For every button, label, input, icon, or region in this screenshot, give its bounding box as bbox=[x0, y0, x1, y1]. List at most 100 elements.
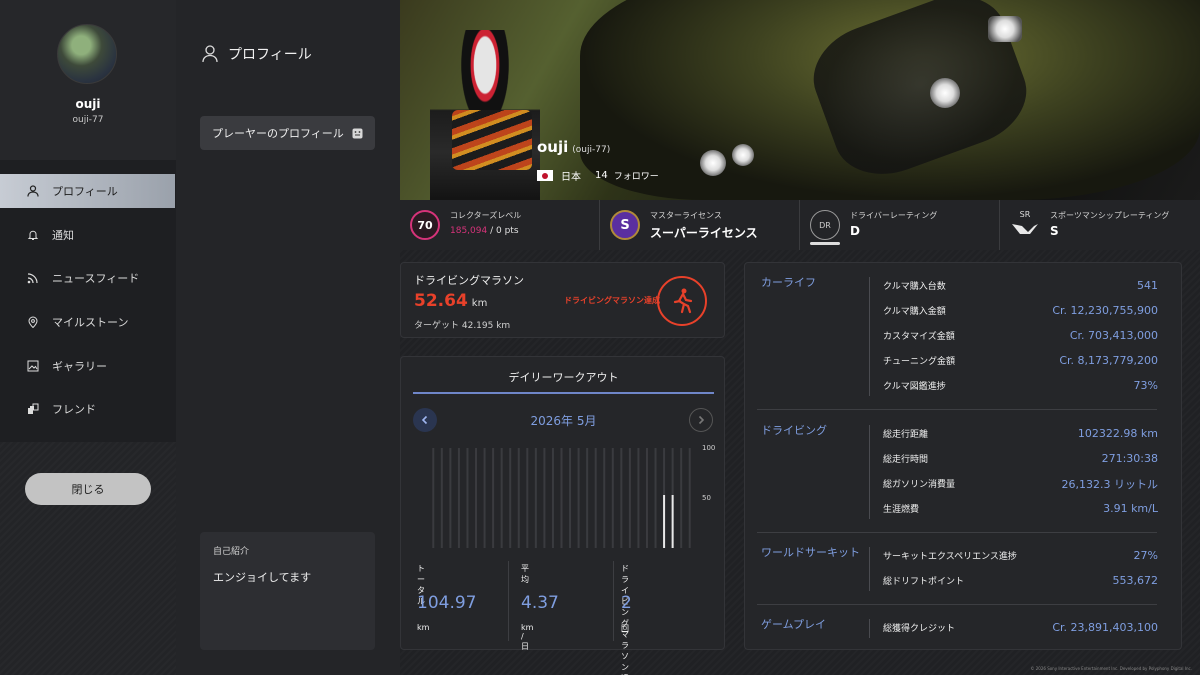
user-name: ouji bbox=[75, 97, 101, 111]
y-tick-label: 50 bbox=[702, 494, 711, 502]
nav-item-profile[interactable]: プロフィール bbox=[0, 174, 175, 208]
face-card-icon bbox=[352, 128, 363, 138]
collector-points-value: 185,094 bbox=[450, 226, 488, 236]
gallery-icon bbox=[26, 359, 40, 373]
banner-name: ouji (ouji-77) bbox=[537, 138, 610, 156]
license-label: マスターライセンス bbox=[650, 211, 722, 220]
stats-section-title: カーライフ bbox=[761, 276, 816, 289]
bar-track bbox=[620, 448, 623, 548]
driver-suit bbox=[452, 110, 532, 170]
license-badge: S bbox=[610, 210, 640, 240]
collector-points: 185,094 / 0 pts bbox=[450, 226, 519, 236]
bar-track bbox=[637, 448, 640, 548]
bar-track bbox=[569, 448, 572, 548]
bar-track bbox=[611, 448, 614, 548]
driver-rating-label: ドライバーレーティング bbox=[850, 211, 938, 220]
stats-row: クルマ購入金額 Cr. 12,230,755,900 bbox=[883, 298, 1158, 323]
nav-item-notifications[interactable]: 通知 bbox=[0, 218, 176, 252]
nav-item-label: フレンド bbox=[52, 403, 96, 416]
nav-item-milestones[interactable]: マイルストーン bbox=[0, 305, 176, 339]
user-icon bbox=[202, 45, 218, 63]
summary-label: 平均 bbox=[521, 564, 529, 584]
stats-row-label: サーキットエクスペリエンス進捗 bbox=[883, 552, 1017, 562]
stats-row-label: クルマ図鑑進捗 bbox=[883, 382, 946, 392]
bar-track bbox=[577, 448, 580, 548]
driver-rating-badge: DR bbox=[810, 210, 840, 240]
stats-row-label: クルマ購入台数 bbox=[883, 282, 946, 292]
car-headlight bbox=[930, 78, 960, 108]
stats-row-label: チューニング金額 bbox=[883, 357, 956, 367]
stats-section-title: ドライビング bbox=[761, 424, 827, 437]
user-icon bbox=[26, 184, 40, 198]
stats-row: クルマ購入台数 541 bbox=[883, 273, 1158, 298]
chevron-right-icon bbox=[698, 415, 705, 425]
sportsmanship-label: スポーツマンシップレーティング bbox=[1050, 211, 1170, 220]
nav-item-label: マイルストーン bbox=[52, 316, 129, 329]
bar-track bbox=[526, 448, 529, 548]
status-bar: 70 コレクターズレベル 185,094 / 0 pts S マスターライセンス… bbox=[400, 200, 1200, 250]
bio-title: 自己紹介 bbox=[213, 547, 250, 557]
bio-text: エンジョイしてます bbox=[213, 571, 312, 584]
collector-points-rest: 0 pts bbox=[495, 226, 519, 236]
bar-track bbox=[645, 448, 648, 548]
bar-track bbox=[483, 448, 486, 548]
stats-separator bbox=[757, 532, 1157, 533]
collector-level[interactable]: 70 コレクターズレベル 185,094 / 0 pts bbox=[400, 200, 600, 250]
driving-marathon-card[interactable]: ドライビングマラソン 52.64 km ターゲット 42.195 km ドライビン… bbox=[400, 262, 725, 338]
stats-section-divider bbox=[869, 619, 870, 638]
summary-divider bbox=[613, 561, 614, 641]
follower-label[interactable]: フォロワー bbox=[614, 169, 659, 182]
stats-row: 生涯燃費 3.91 km/L bbox=[883, 496, 1158, 521]
stats-row-value: 102322.98 km bbox=[1077, 427, 1158, 440]
country-name: 日本 bbox=[561, 172, 581, 183]
stats-section-divider bbox=[869, 425, 870, 519]
nav-item-gallery[interactable]: ギャラリー bbox=[0, 349, 176, 383]
sportsmanship-rating[interactable]: SR スポーツマンシップレーティング S bbox=[1000, 200, 1200, 250]
stats-row: 総ドリフトポイント 553,672 bbox=[883, 568, 1158, 593]
follower-count[interactable]: 14 bbox=[595, 170, 608, 181]
nav-item-newsfeed[interactable]: ニュースフィード bbox=[0, 261, 176, 295]
nav-item-label: ギャラリー bbox=[52, 360, 107, 373]
nav-item-label: 通知 bbox=[52, 229, 74, 242]
summary-unit: km bbox=[417, 623, 430, 632]
car-headlight bbox=[732, 144, 754, 166]
sportsmanship-badge-text: SR bbox=[1019, 210, 1031, 219]
player-profile-button[interactable]: プレーヤーのプロフィール bbox=[200, 116, 375, 150]
bar-track bbox=[500, 448, 503, 548]
stats-row: サーキットエクスペリエンス進捗 27% bbox=[883, 543, 1158, 568]
car-lamp bbox=[988, 16, 1022, 42]
copyright: © 2026 Sony Interactive Entertainment In… bbox=[1030, 666, 1192, 671]
stats-row: クルマ図鑑進捗 73% bbox=[883, 373, 1158, 398]
bar-track bbox=[457, 448, 460, 548]
banner-location: 日本 14 フォロワー bbox=[537, 168, 659, 183]
nav-item-label: プロフィール bbox=[52, 185, 118, 198]
driver-rating-bar bbox=[810, 242, 840, 245]
page-title: プロフィール bbox=[202, 44, 312, 64]
bar-track bbox=[551, 448, 554, 548]
collector-level-label: コレクターズレベル bbox=[450, 211, 522, 220]
marathon-target: ターゲット 42.195 km bbox=[414, 321, 511, 331]
close-button[interactable]: 閉じる bbox=[25, 473, 151, 505]
stats-row-value: 26,132.3 リットル bbox=[1061, 477, 1158, 491]
next-month-button[interactable] bbox=[689, 408, 713, 432]
license-value: スーパーライセンス bbox=[650, 226, 758, 240]
driver-rating-value: D bbox=[850, 224, 860, 238]
avatar[interactable] bbox=[57, 24, 117, 84]
stats-row-label: 総獲得クレジット bbox=[883, 624, 956, 634]
nav-item-label: ニュースフィード bbox=[52, 272, 140, 285]
summary-value: 104.97 bbox=[417, 593, 477, 613]
bar-track bbox=[628, 448, 631, 548]
summary-unit: 回 bbox=[621, 624, 629, 633]
stats-row-value: 27% bbox=[1133, 549, 1158, 562]
collector-level-badge: 70 bbox=[410, 210, 440, 240]
bar-track bbox=[449, 448, 452, 548]
summary-value: 2 bbox=[621, 593, 632, 613]
stats-section-divider bbox=[869, 277, 870, 396]
nav-item-friends[interactable]: フレンド bbox=[0, 392, 176, 426]
stats-section-divider bbox=[869, 547, 870, 591]
marathon-distance-unit: km bbox=[471, 298, 488, 309]
driver-rating[interactable]: DR ドライバーレーティング D bbox=[800, 200, 1000, 250]
master-license[interactable]: S マスターライセンス スーパーライセンス bbox=[600, 200, 800, 250]
bar-track bbox=[440, 448, 443, 548]
user-id: ouji-77 bbox=[72, 115, 104, 125]
